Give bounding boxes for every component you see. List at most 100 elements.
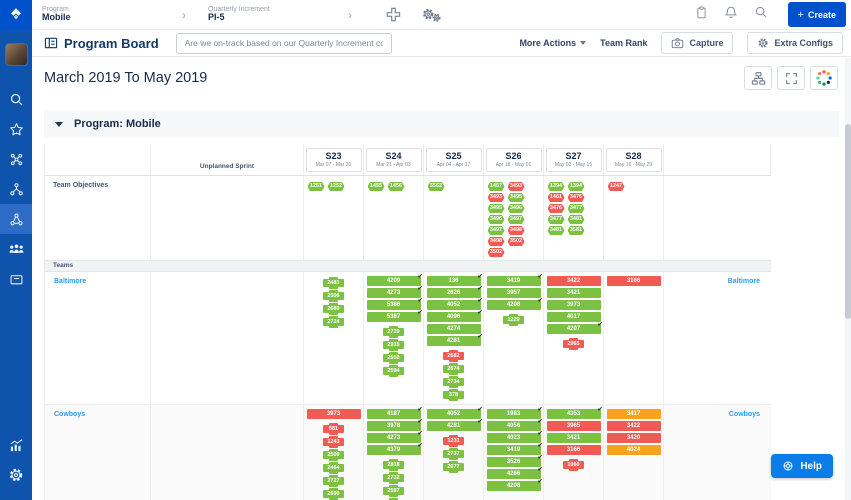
breadcrumb-quarterly-increment[interactable]: Quarterly Increment PI-5 <box>208 6 326 24</box>
work-item-chip[interactable]: 4266 ✔ <box>486 467 543 479</box>
work-item-chip[interactable]: 2626 ✔ <box>426 286 483 298</box>
vertical-scrollbar[interactable] <box>845 58 851 500</box>
objective-chip[interactable]: 3477 <box>567 204 585 213</box>
work-item-chip[interactable]: 4208 ✔ <box>486 298 543 310</box>
work-item-chip[interactable]: 3973 <box>546 300 601 310</box>
work-item-chip[interactable]: 5386 ✔ <box>366 298 423 310</box>
work-item-chip[interactable]: 3166 <box>546 445 601 455</box>
work-item-chip[interactable]: 4209 ✔ <box>366 274 423 286</box>
work-item-chip[interactable]: 4274 <box>426 324 481 334</box>
objective-chip[interactable]: 3495 <box>487 204 505 213</box>
work-item-chip[interactable]: 3957 <box>486 288 541 298</box>
dependency-chip[interactable]: 2690 <box>323 488 344 500</box>
work-item-chip[interactable]: 4023 ✔ <box>486 431 543 443</box>
objective-chip[interactable]: 1455 <box>367 182 385 191</box>
work-item-chip[interactable]: 4052 ✔ <box>426 298 483 310</box>
objective-chip[interactable]: 3581 <box>567 226 585 235</box>
dependency-chip[interactable]: 2674 <box>443 363 464 375</box>
work-item-chip[interactable]: 4208 ✔ <box>486 479 543 491</box>
work-item-chip[interactable]: 3166 <box>606 276 661 286</box>
work-item-chip[interactable]: 3417 <box>606 409 661 419</box>
team-link[interactable]: Cowboys <box>45 405 151 500</box>
add-button[interactable] <box>386 7 401 22</box>
sidebar-item-favorites[interactable] <box>0 114 32 144</box>
dependency-chip[interactable]: 2594 <box>383 365 404 377</box>
objective-chip[interactable]: 1461 <box>547 193 565 202</box>
scrollbar-thumb[interactable] <box>845 124 851 319</box>
work-item-chip[interactable]: 3421 <box>546 433 601 443</box>
objective-chip[interactable]: 3481 <box>547 226 565 235</box>
dependency-chip[interactable]: 2818 <box>383 459 404 471</box>
work-item-chip[interactable]: 3420 <box>606 433 661 443</box>
work-item-chip[interactable]: 1983 ✔ <box>486 407 543 419</box>
work-item-chip[interactable]: 4017 <box>546 312 601 322</box>
work-item-chip[interactable]: 4281 ✔ <box>426 334 483 346</box>
work-item-chip[interactable]: 4207 ✔ <box>546 322 603 334</box>
objective-chip[interactable]: 3498 <box>507 226 525 235</box>
work-item-chip[interactable]: 3978 ✔ <box>366 419 423 431</box>
work-item-chip[interactable]: 4187 ✔ <box>366 407 423 419</box>
work-item-chip[interactable]: 3419 ✔ <box>486 274 543 286</box>
objective-chip[interactable]: 1457 <box>487 182 505 191</box>
objective-chip[interactable]: 3498 <box>487 237 505 246</box>
objective-chip[interactable]: 3496 <box>487 215 505 224</box>
dependency-chip[interactable]: 1243 <box>323 436 344 448</box>
sidebar-item-search[interactable] <box>0 84 32 114</box>
objective-chip[interactable]: 3497 <box>487 226 505 235</box>
fullscreen-button[interactable] <box>777 66 805 90</box>
board-settings-button[interactable] <box>419 6 443 24</box>
objective-chip[interactable]: 3477 <box>547 215 565 224</box>
work-item-chip[interactable]: 4353 ✔ <box>546 407 603 419</box>
work-item-chip[interactable]: 3965 <box>546 421 601 431</box>
notifications-button[interactable] <box>724 5 738 25</box>
objective-chip[interactable]: 1247 <box>607 182 625 191</box>
dependency-chip[interactable]: 2677 <box>443 461 464 473</box>
dependency-chip[interactable]: 1229 <box>503 314 524 326</box>
objective-chip[interactable]: 3481 <box>567 215 585 224</box>
dependency-chip[interactable]: 2724 <box>323 316 344 328</box>
help-button[interactable]: Help <box>771 454 833 478</box>
work-item-chip[interactable]: 4281 ✔ <box>426 419 483 431</box>
work-item-chip[interactable]: 3973 <box>306 409 361 419</box>
team-link[interactable]: Baltimore <box>664 272 771 404</box>
team-link[interactable]: Cowboys <box>664 405 771 500</box>
work-item-chip[interactable]: 3419 ✔ <box>486 443 543 455</box>
breadcrumb-program[interactable]: Program Mobile <box>42 6 160 24</box>
dependency-chip[interactable]: 1060 <box>563 459 584 471</box>
work-item-chip[interactable]: 4273 ✔ <box>366 286 423 298</box>
objective-chip[interactable]: 3496 <box>507 204 525 213</box>
work-item-chip[interactable]: 5387 ✔ <box>366 310 423 322</box>
loading-status-button[interactable] <box>810 66 838 90</box>
objective-chip[interactable]: 1251 <box>307 182 325 191</box>
work-item-chip[interactable]: 136 ✔ <box>426 274 483 286</box>
dependency-chip[interactable]: 2734 <box>443 376 464 388</box>
dependency-chip[interactable]: 2689 <box>323 303 344 315</box>
dependency-chip[interactable]: 2464 <box>323 462 344 474</box>
dependency-chip[interactable]: 2550 <box>383 352 404 364</box>
team-link[interactable]: Baltimore <box>45 272 151 404</box>
dependency-chip[interactable]: 2727 <box>323 475 344 487</box>
program-section-header[interactable]: Program: Mobile <box>44 111 839 137</box>
work-item-chip[interactable]: 4052 ✔ <box>426 407 483 419</box>
dependency-chip[interactable]: 378 <box>443 389 464 401</box>
objective-chip[interactable]: 1252 <box>327 182 345 191</box>
work-item-chip[interactable]: 3422 <box>546 276 601 286</box>
jira-logo[interactable] <box>0 0 32 30</box>
dependency-chip[interactable]: 2597 <box>383 485 404 497</box>
more-actions-button[interactable]: More Actions <box>519 38 587 48</box>
work-item-chip[interactable]: 3422 <box>606 421 661 431</box>
dependency-chip[interactable]: 2915 <box>383 339 404 351</box>
sidebar-item-reports[interactable] <box>0 430 32 460</box>
global-search-button[interactable] <box>754 5 768 24</box>
sidebar-item-network[interactable] <box>0 144 32 174</box>
dependency-chip[interactable]: 1231 <box>443 435 464 447</box>
releases-button[interactable] <box>695 5 708 25</box>
sidebar-item-program-board[interactable] <box>0 204 32 234</box>
objective-chip[interactable]: 3493 <box>487 193 505 202</box>
objective-chip[interactable]: 3502 <box>487 248 505 257</box>
work-item-chip[interactable]: 4096 ✔ <box>426 310 483 322</box>
objective-chip[interactable]: 3497 <box>507 215 525 224</box>
work-item-chip[interactable]: 4379 ✔ <box>366 443 423 455</box>
sidebar-item-settings[interactable] <box>0 460 32 490</box>
dependency-chip[interactable]: 2732 <box>383 472 404 484</box>
